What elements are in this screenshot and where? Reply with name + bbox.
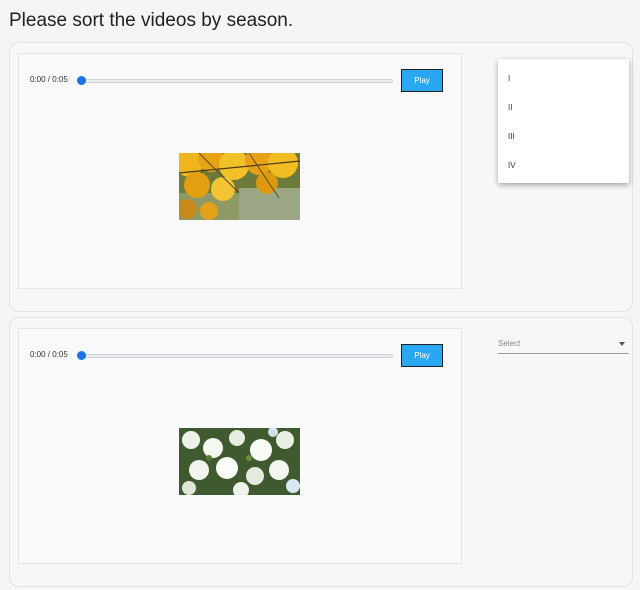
video-card: 0:00 / 0:05 Play (9, 42, 633, 312)
video-player: 0:00 / 0:05 Play (18, 53, 462, 289)
spring-blossom-thumbnail (179, 428, 300, 495)
time-display: 0:00 / 0:05 (30, 75, 68, 84)
select-placeholder: Select (498, 339, 521, 348)
option-ii[interactable]: II (498, 93, 629, 122)
option-iii[interactable]: III (498, 122, 629, 151)
season-select[interactable]: Select (498, 334, 629, 354)
video-card: 0:00 / 0:05 Play (9, 317, 633, 587)
play-button[interactable]: Play (401, 344, 443, 367)
slider-thumb[interactable] (77, 351, 86, 360)
page: Please sort the videos by season. 0:00 /… (0, 0, 640, 590)
prompt-text: Please sort the videos by season. (9, 10, 294, 31)
option-i[interactable]: I (498, 64, 629, 93)
time-display: 0:00 / 0:05 (30, 350, 68, 359)
slider-thumb[interactable] (77, 76, 86, 85)
play-button[interactable]: Play (401, 69, 443, 92)
season-dropdown-menu[interactable]: I II III IV (498, 59, 629, 183)
video-player: 0:00 / 0:05 Play (18, 328, 462, 564)
autumn-foliage-thumbnail (179, 153, 300, 220)
seek-slider[interactable] (77, 76, 393, 85)
seek-slider[interactable] (77, 351, 393, 360)
chevron-down-icon (619, 342, 625, 346)
option-iv[interactable]: IV (498, 151, 629, 180)
